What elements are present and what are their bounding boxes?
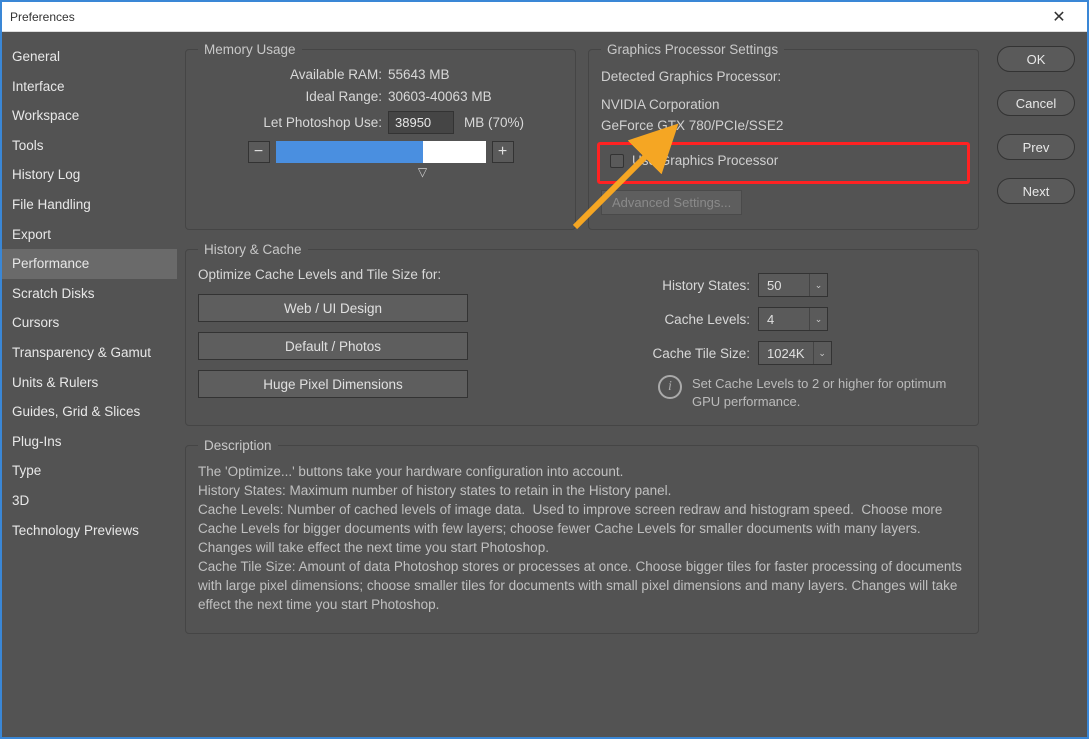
sidebar-item-3d[interactable]: 3D — [2, 486, 177, 516]
sidebar-item-transparency-gamut[interactable]: Transparency & Gamut — [2, 338, 177, 368]
available-ram-value: 55643 MB — [388, 67, 450, 82]
ideal-range-value: 30603-40063 MB — [388, 89, 492, 104]
cache-levels-label: Cache Levels: — [498, 312, 758, 327]
cancel-button[interactable]: Cancel — [997, 90, 1075, 116]
available-ram-label: Available RAM: — [198, 67, 388, 82]
detected-gpu-label: Detected Graphics Processor: — [601, 67, 966, 87]
graphics-processor-group: Graphics Processor Settings Detected Gra… — [588, 42, 979, 230]
sidebar-item-workspace[interactable]: Workspace — [2, 101, 177, 131]
sidebar-item-interface[interactable]: Interface — [2, 72, 177, 102]
ok-button[interactable]: OK — [997, 46, 1075, 72]
graphics-processor-legend: Graphics Processor Settings — [601, 42, 784, 57]
sidebar-item-tools[interactable]: Tools — [2, 131, 177, 161]
slider-handle-icon: ▽ — [418, 165, 427, 179]
sidebar-item-export[interactable]: Export — [2, 220, 177, 250]
sidebar-item-file-handling[interactable]: File Handling — [2, 190, 177, 220]
sidebar: General Interface Workspace Tools Histor… — [2, 32, 177, 737]
memory-slider-fill — [276, 141, 423, 163]
sidebar-item-history-log[interactable]: History Log — [2, 160, 177, 190]
chevron-down-icon: ⌄ — [809, 274, 827, 296]
cache-levels-dropdown[interactable]: 4 ⌄ — [758, 307, 828, 331]
optimize-cache-label: Optimize Cache Levels and Tile Size for: — [198, 267, 498, 282]
sidebar-item-general[interactable]: General — [2, 42, 177, 72]
cache-levels-value: 4 — [759, 312, 809, 327]
let-photoshop-use-input[interactable] — [388, 111, 454, 134]
gpu-device: GeForce GTX 780/PCIe/SSE2 — [601, 116, 966, 136]
huge-pixel-dimensions-button[interactable]: Huge Pixel Dimensions — [198, 370, 468, 398]
sidebar-item-type[interactable]: Type — [2, 456, 177, 486]
gpu-vendor: NVIDIA Corporation — [601, 95, 966, 115]
cache-info-text: Set Cache Levels to 2 or higher for opti… — [692, 375, 966, 411]
memory-usage-group: Memory Usage Available RAM: 55643 MB Ide… — [185, 42, 576, 230]
cache-tile-size-dropdown[interactable]: 1024K ⌄ — [758, 341, 832, 365]
default-photos-button[interactable]: Default / Photos — [198, 332, 468, 360]
history-states-value: 50 — [759, 278, 809, 293]
sidebar-item-units-rulers[interactable]: Units & Rulers — [2, 368, 177, 398]
memory-plus-button[interactable]: + — [492, 141, 514, 163]
highlight-box: Use Graphics Processor — [597, 142, 970, 184]
ideal-range-label: Ideal Range: — [198, 89, 388, 104]
info-icon: i — [658, 375, 682, 399]
sidebar-item-guides-grid-slices[interactable]: Guides, Grid & Slices — [2, 397, 177, 427]
window-title: Preferences — [10, 10, 1039, 24]
use-gpu-label: Use Graphics Processor — [632, 151, 778, 171]
sidebar-item-technology-previews[interactable]: Technology Previews — [2, 516, 177, 546]
titlebar: Preferences ✕ — [2, 2, 1087, 32]
web-ui-design-button[interactable]: Web / UI Design — [198, 294, 468, 322]
cache-tile-size-value: 1024K — [759, 346, 813, 361]
cache-tile-size-label: Cache Tile Size: — [498, 346, 758, 361]
history-states-label: History States: — [498, 278, 758, 293]
sidebar-item-scratch-disks[interactable]: Scratch Disks — [2, 279, 177, 309]
description-text: The 'Optimize...' buttons take your hard… — [198, 463, 966, 614]
advanced-settings-button[interactable]: Advanced Settings... — [601, 190, 742, 215]
close-icon[interactable]: ✕ — [1039, 3, 1079, 31]
sidebar-item-plug-ins[interactable]: Plug-Ins — [2, 427, 177, 457]
chevron-down-icon: ⌄ — [813, 342, 831, 364]
memory-unit-pct: MB (70%) — [464, 115, 524, 130]
memory-slider[interactable]: ▽ — [276, 141, 486, 163]
history-states-dropdown[interactable]: 50 ⌄ — [758, 273, 828, 297]
description-legend: Description — [198, 438, 278, 453]
memory-usage-legend: Memory Usage — [198, 42, 302, 57]
chevron-down-icon: ⌄ — [809, 308, 827, 330]
memory-minus-button[interactable]: − — [248, 141, 270, 163]
let-photoshop-use-label: Let Photoshop Use: — [198, 115, 388, 130]
sidebar-item-performance[interactable]: Performance — [2, 249, 177, 279]
next-button[interactable]: Next — [997, 178, 1075, 204]
use-gpu-checkbox[interactable] — [610, 154, 624, 168]
sidebar-item-cursors[interactable]: Cursors — [2, 308, 177, 338]
prev-button[interactable]: Prev — [997, 134, 1075, 160]
description-group: Description The 'Optimize...' buttons ta… — [185, 438, 979, 634]
history-cache-group: History & Cache Optimize Cache Levels an… — [185, 242, 979, 426]
history-cache-legend: History & Cache — [198, 242, 308, 257]
